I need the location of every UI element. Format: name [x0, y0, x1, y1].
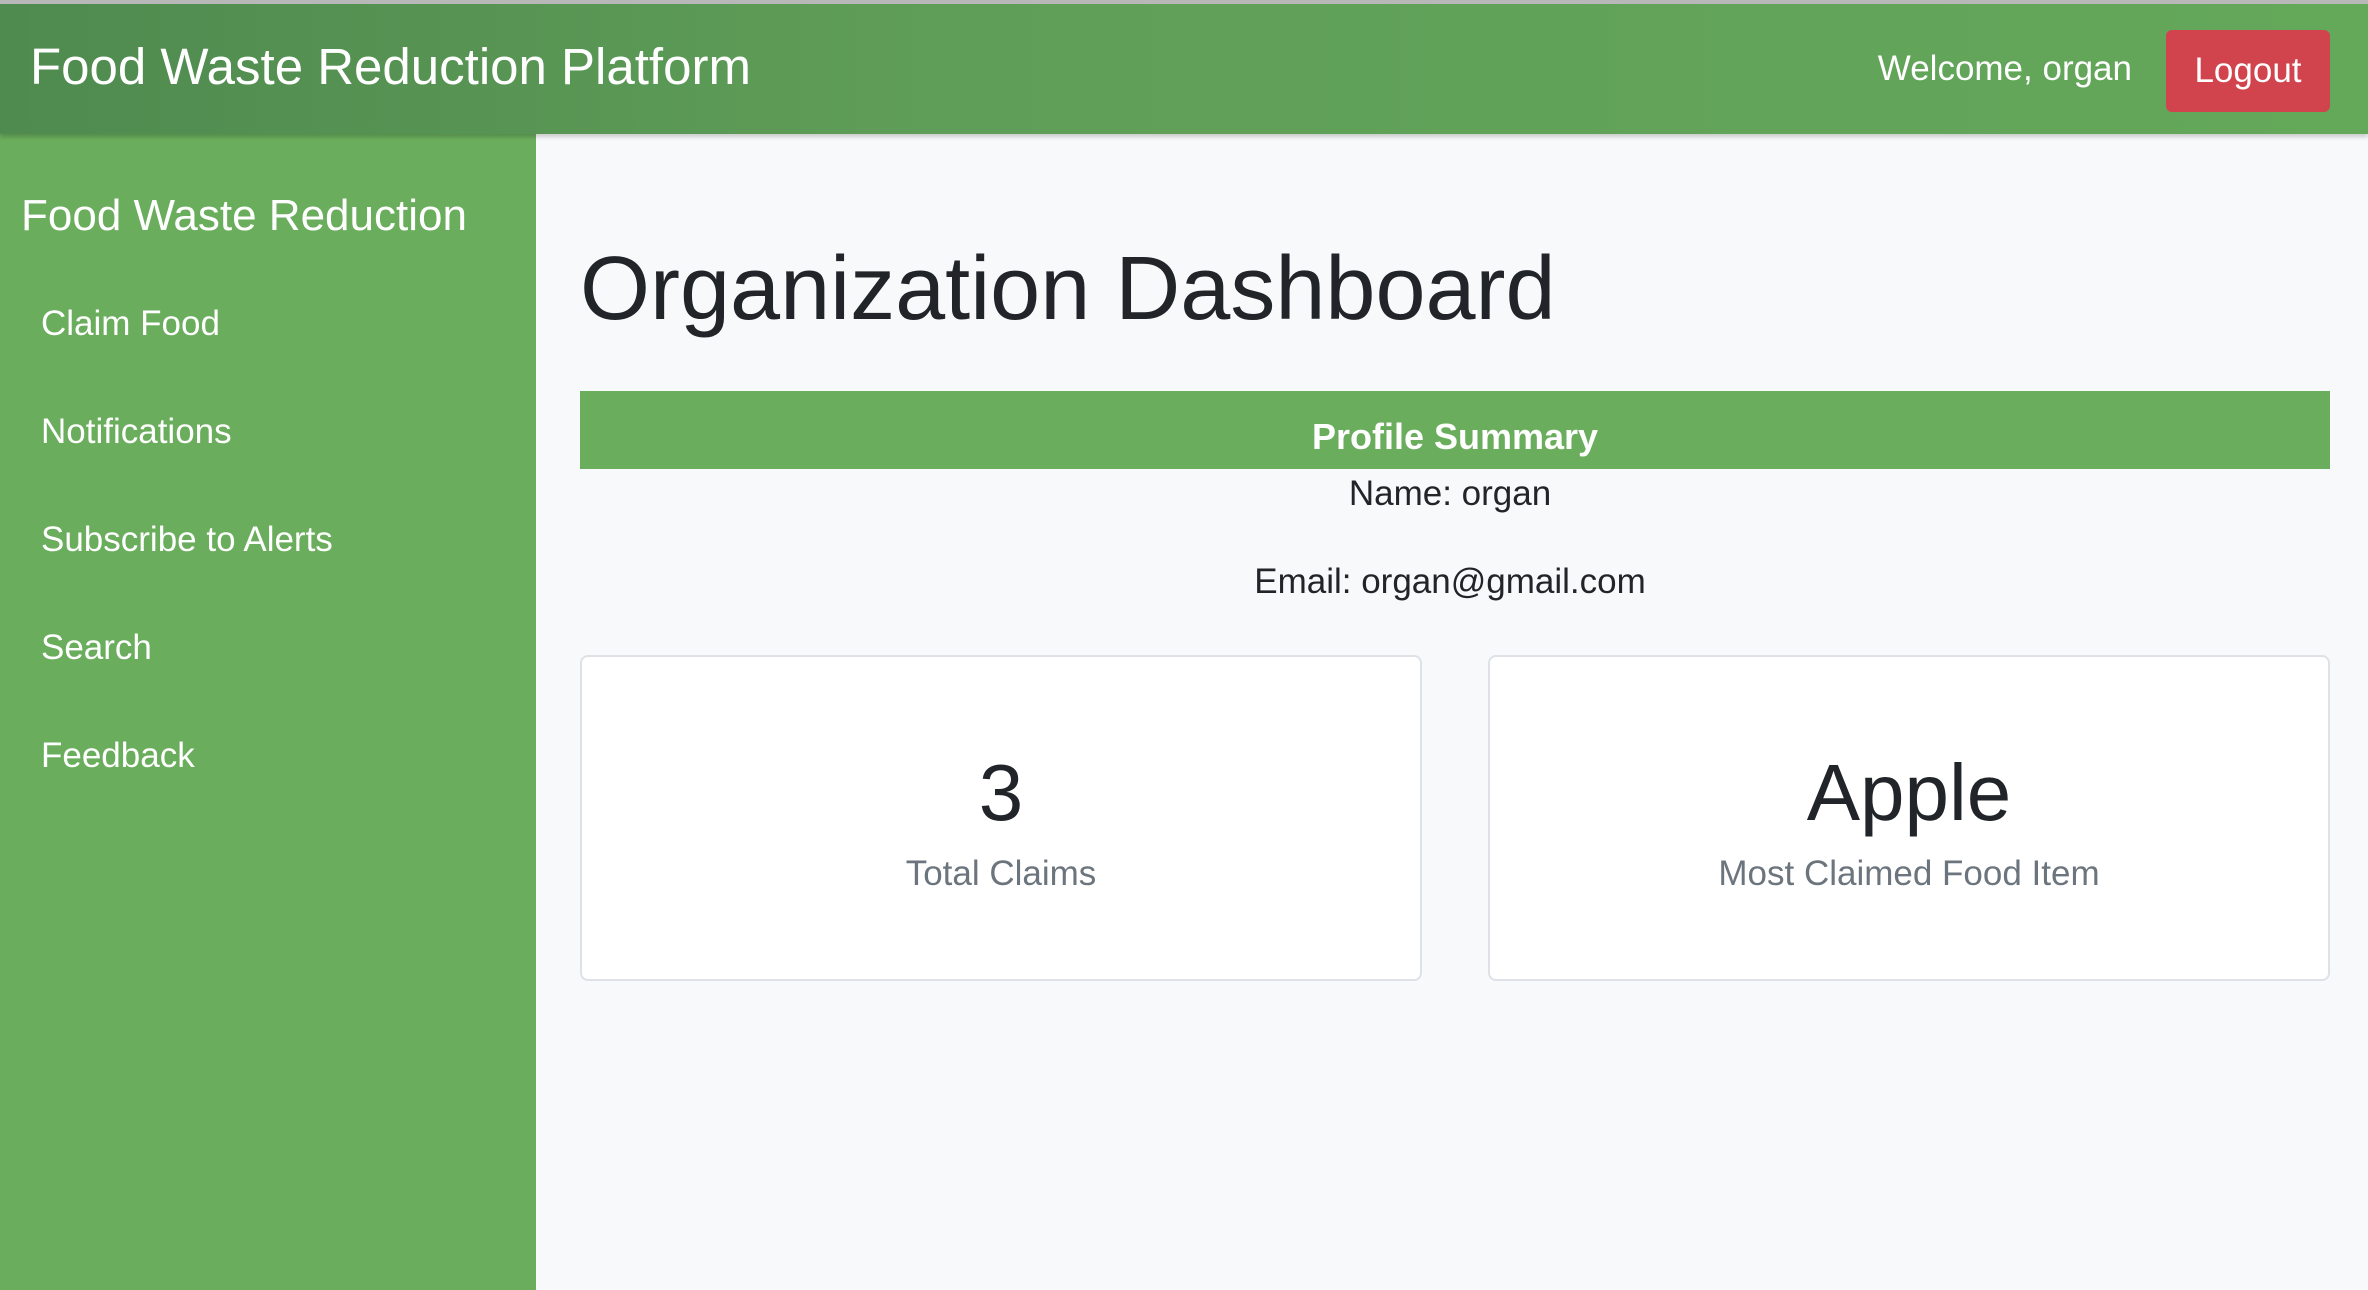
page-title: Organization Dashboard — [580, 239, 1556, 339]
welcome-message: Welcome, organ — [1877, 49, 2132, 88]
total-claims-value: 3 — [978, 748, 1024, 837]
profile-summary-header: Profile Summary — [580, 391, 2330, 469]
sidebar: Food Waste Reduction Claim Food Notifica… — [0, 134, 536, 1290]
most-claimed-item-card: Apple Most Claimed Food Item — [1488, 655, 2330, 981]
sidebar-item-feedback[interactable]: Feedback — [0, 738, 536, 846]
total-claims-label: Total Claims — [905, 854, 1097, 893]
sidebar-item-search[interactable]: Search — [0, 630, 536, 738]
most-claimed-item-label: Most Claimed Food Item — [1718, 854, 2100, 893]
sidebar-nav: Claim Food Notifications Subscribe to Al… — [0, 306, 536, 846]
sidebar-item-notifications[interactable]: Notifications — [0, 414, 536, 522]
profile-email: Email: organ@gmail.com — [1254, 562, 1646, 601]
most-claimed-item-value: Apple — [1806, 748, 2012, 837]
sidebar-title: Food Waste Reduction — [21, 191, 467, 240]
main-content: Organization Dashboard Profile Summary N… — [536, 134, 2368, 1290]
sidebar-item-claim-food[interactable]: Claim Food — [0, 306, 536, 414]
logout-button[interactable]: Logout — [2166, 30, 2330, 112]
top-navbar: Food Waste Reduction Platform Welcome, o… — [0, 0, 2368, 134]
total-claims-card: 3 Total Claims — [580, 655, 1422, 981]
sidebar-item-subscribe-alerts[interactable]: Subscribe to Alerts — [0, 522, 536, 630]
brand-title[interactable]: Food Waste Reduction Platform — [30, 34, 751, 100]
profile-name: Name: organ — [1348, 474, 1552, 513]
